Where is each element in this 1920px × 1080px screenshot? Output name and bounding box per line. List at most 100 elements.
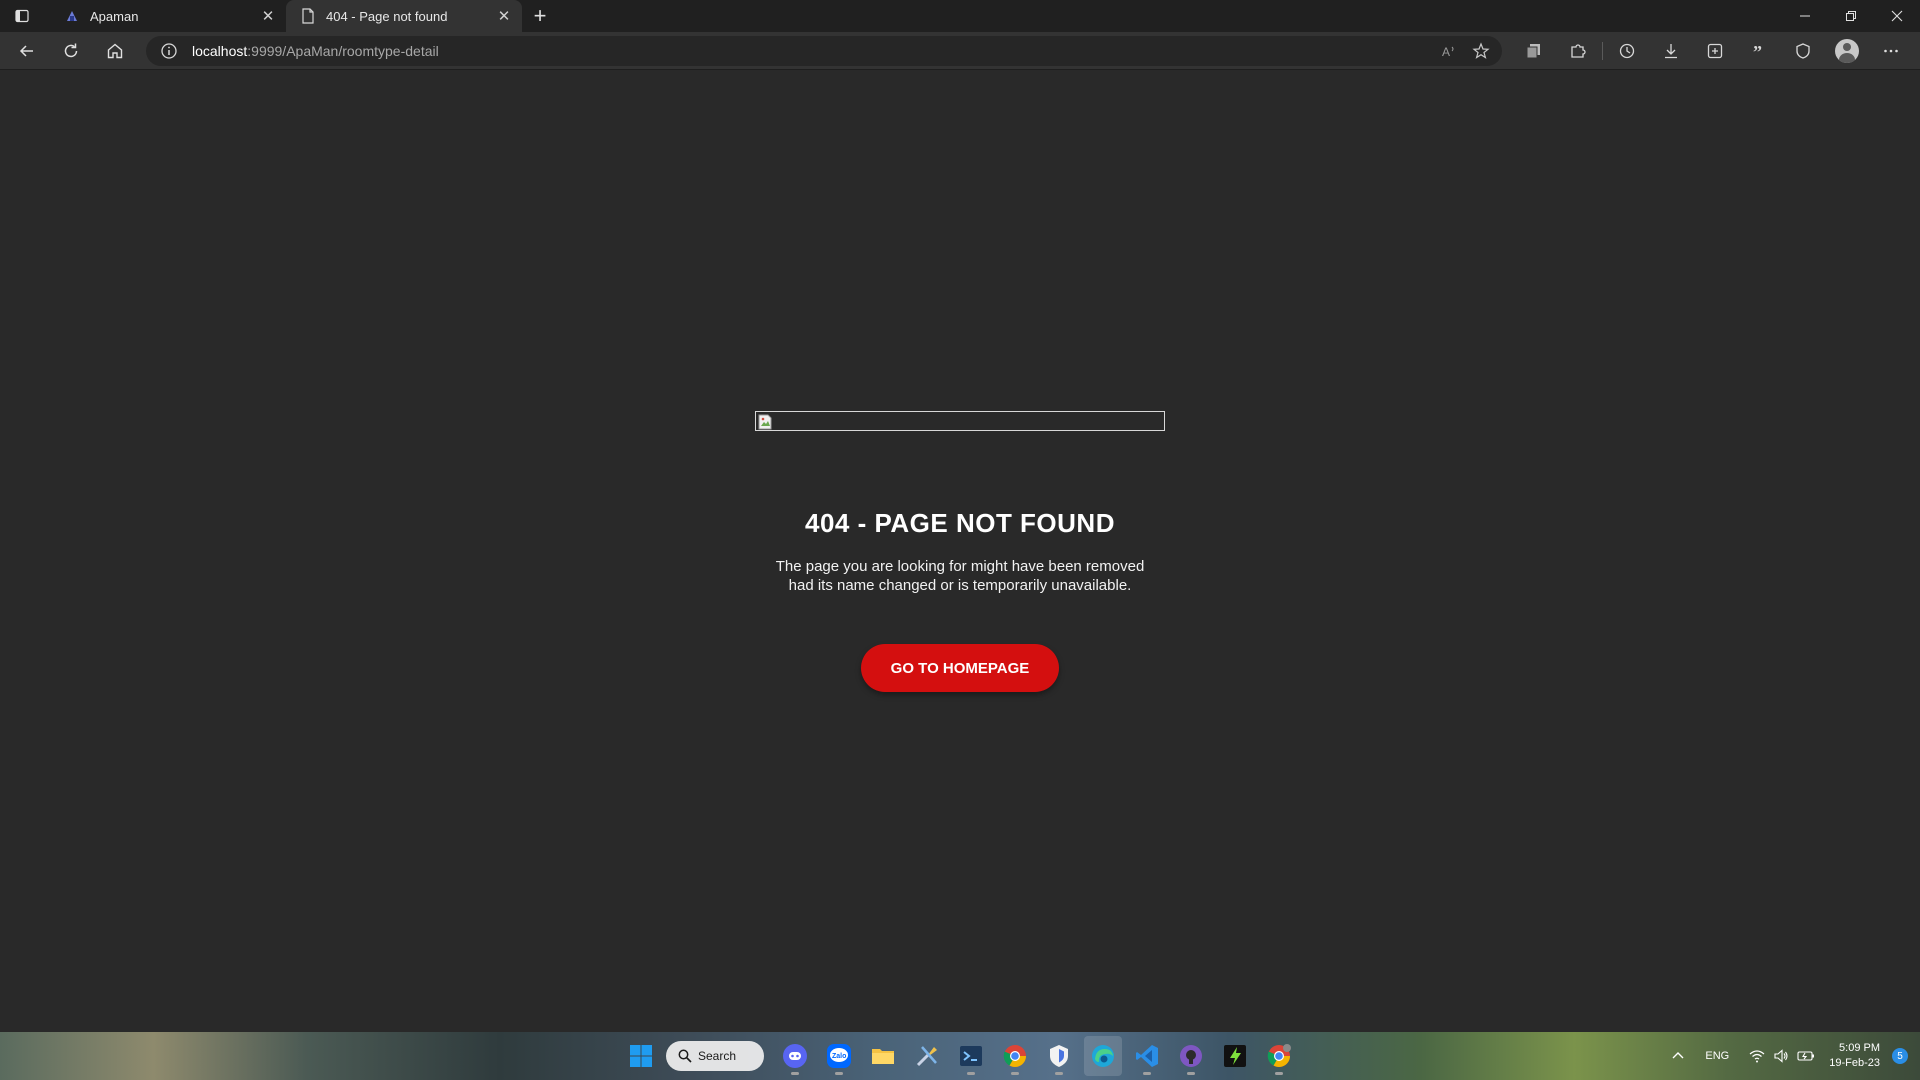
- browser-tab-bar: Apaman ✕ 404 - Page not found ✕ +: [0, 0, 1920, 32]
- tab-title: Apaman: [90, 8, 139, 24]
- taskbar-vscode[interactable]: [1128, 1036, 1166, 1076]
- web-capture-icon: [1707, 43, 1723, 59]
- vscode-icon: [1136, 1045, 1158, 1067]
- close-icon[interactable]: ✕: [496, 8, 512, 25]
- taskbar-vpn[interactable]: [1040, 1036, 1078, 1076]
- url-path: :9999/ApaMan/roomtype-detail: [247, 43, 439, 59]
- chrome-canary-icon: [1267, 1044, 1291, 1067]
- start-button[interactable]: [622, 1036, 660, 1076]
- search-label: Search: [698, 1049, 737, 1063]
- taskbar-chrome-canary[interactable]: [1260, 1036, 1298, 1076]
- minimize-button[interactable]: [1782, 0, 1828, 32]
- tab-apaman[interactable]: Apaman ✕: [50, 0, 286, 32]
- close-window-button[interactable]: [1874, 0, 1920, 32]
- tab-actions-button[interactable]: [0, 0, 44, 32]
- volume-icon: [1774, 1049, 1788, 1063]
- discord-icon: [783, 1044, 807, 1068]
- puzzle-icon: [1571, 44, 1586, 58]
- go-to-homepage-button[interactable]: GO TO HOMEPAGE: [861, 644, 1059, 692]
- notification-badge[interactable]: 5: [1892, 1048, 1908, 1064]
- browser-essentials-button[interactable]: [1781, 32, 1825, 70]
- description-line: The page you are looking for might have …: [775, 558, 1145, 575]
- download-icon: [1665, 44, 1677, 59]
- close-icon[interactable]: ✕: [260, 8, 276, 25]
- minimize-icon: [1800, 15, 1810, 17]
- broken-image-icon: [758, 414, 772, 430]
- error-heading: 404 - PAGE NOT FOUND: [804, 508, 1115, 538]
- quote-icon: ”: [1753, 42, 1762, 60]
- date: 19-Feb-23: [1829, 1057, 1880, 1069]
- taskbar-apps: Search Zalo: [622, 1032, 1298, 1080]
- svg-text:A: A: [1442, 45, 1450, 59]
- quotes-button[interactable]: ”: [1737, 32, 1781, 70]
- address-bar[interactable]: localhost:9999/ApaMan/roomtype-detail A: [146, 36, 1502, 66]
- time: 5:09 PM: [1839, 1042, 1880, 1054]
- svg-text:Zalo: Zalo: [832, 1053, 846, 1060]
- network-volume-battery[interactable]: [1743, 1032, 1821, 1080]
- system-tray: ENG 5:09 PM 19-Feb-23 5: [1665, 1032, 1920, 1080]
- history-button[interactable]: [1605, 32, 1649, 70]
- github-icon: [1180, 1045, 1202, 1067]
- taskbar-chrome[interactable]: [996, 1036, 1034, 1076]
- back-button[interactable]: [5, 32, 49, 70]
- refresh-icon: [64, 43, 78, 57]
- history-icon: [1619, 43, 1635, 59]
- taskbar-discord[interactable]: [776, 1036, 814, 1076]
- taskbar-search[interactable]: Search: [666, 1041, 764, 1071]
- tab-title: 404 - Page not found: [326, 8, 448, 24]
- wifi-icon: [1749, 1050, 1765, 1063]
- taskbar-file-explorer[interactable]: [864, 1036, 902, 1076]
- terminal-icon: [960, 1046, 982, 1066]
- apaman-icon: [64, 8, 80, 24]
- more-dots-icon: [1884, 49, 1898, 53]
- taskbar-edge[interactable]: [1084, 1036, 1122, 1076]
- home-button[interactable]: [93, 32, 137, 70]
- settings-menu-button[interactable]: [1869, 32, 1913, 70]
- zalo-icon: Zalo: [827, 1044, 851, 1068]
- lightning-icon: [1224, 1045, 1246, 1067]
- show-hidden-icons-button[interactable]: [1665, 1032, 1691, 1080]
- tools-icon: [916, 1046, 937, 1067]
- broken-image: [755, 411, 1165, 431]
- avatar: [1835, 39, 1859, 63]
- tab-actions-icon: [15, 9, 29, 23]
- split-screen-button[interactable]: [1512, 32, 1556, 70]
- chevron-up-icon: [1672, 1052, 1684, 1059]
- taskbar-tools[interactable]: [908, 1036, 946, 1076]
- web-capture-button[interactable]: [1693, 32, 1737, 70]
- favorite-star-icon[interactable]: [1472, 42, 1490, 60]
- profile-button[interactable]: [1825, 32, 1869, 70]
- plus-icon: +: [533, 3, 547, 28]
- downloads-button[interactable]: [1649, 32, 1693, 70]
- url-host: localhost: [192, 43, 248, 59]
- windows-logo-icon: [630, 1045, 652, 1067]
- windows-taskbar: Search Zalo ENG 5:09 PM 19-Feb-23 5: [0, 1032, 1920, 1080]
- close-icon: [1891, 10, 1903, 22]
- taskbar-terminal[interactable]: [952, 1036, 990, 1076]
- toolbar-divider: [1602, 42, 1603, 60]
- search-icon: [678, 1049, 692, 1063]
- extensions-button[interactable]: [1556, 32, 1600, 70]
- clock[interactable]: 5:09 PM 19-Feb-23: [1821, 1041, 1888, 1071]
- restore-button[interactable]: [1828, 0, 1874, 32]
- taskbar-zalo[interactable]: Zalo: [820, 1036, 858, 1076]
- page-icon: [300, 8, 316, 24]
- browser-toolbar: localhost:9999/ApaMan/roomtype-detail A …: [0, 32, 1920, 70]
- edge-icon: [1092, 1045, 1114, 1067]
- tab-404[interactable]: 404 - Page not found ✕: [286, 0, 522, 32]
- info-icon[interactable]: [160, 42, 178, 60]
- split-screen-icon: [1526, 44, 1540, 59]
- refresh-button[interactable]: [49, 32, 93, 70]
- new-tab-button[interactable]: +: [522, 0, 558, 32]
- folder-icon: [872, 1049, 894, 1064]
- browser-actions: ”: [1512, 32, 1913, 70]
- taskbar-android-studio[interactable]: [1216, 1036, 1254, 1076]
- battery-icon: [1797, 1051, 1815, 1061]
- svg-text:”: ”: [1753, 42, 1762, 60]
- language-indicator[interactable]: ENG: [1691, 1032, 1743, 1080]
- window-controls: [1782, 0, 1920, 32]
- back-arrow-icon: [19, 44, 33, 57]
- read-aloud-icon[interactable]: A: [1440, 42, 1458, 60]
- home-icon: [107, 43, 123, 58]
- taskbar-github-desktop[interactable]: [1172, 1036, 1210, 1076]
